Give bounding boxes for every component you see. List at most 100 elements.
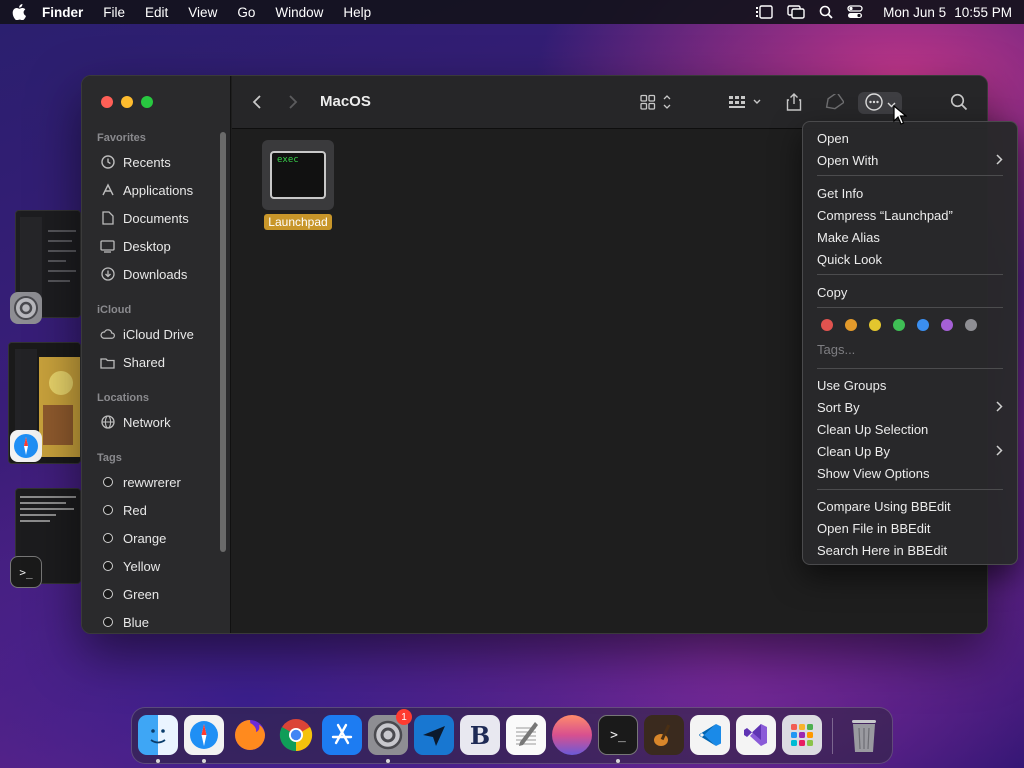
sidebar-item-label: Recents — [123, 154, 171, 170]
dock: 1 B >_ — [131, 707, 893, 764]
apple-logo-icon[interactable] — [12, 4, 28, 20]
menu-separator — [817, 368, 1003, 369]
wallpaper-icon[interactable] — [552, 715, 592, 755]
sidebar-item-label: Applications — [123, 182, 194, 198]
search-icon — [950, 93, 968, 114]
chrome-icon[interactable] — [276, 715, 316, 755]
garageband-icon[interactable] — [644, 715, 684, 755]
menu-item-open[interactable]: Open — [817, 128, 1003, 148]
finder-icon[interactable] — [138, 715, 178, 755]
menu-go[interactable]: Go — [237, 5, 255, 20]
share-button[interactable] — [786, 92, 802, 114]
sidebar-tag-blue[interactable]: Blue — [100, 611, 220, 633]
more-circle-icon — [864, 92, 884, 115]
sidebar-tag-yellow[interactable]: Yellow — [100, 555, 220, 577]
minimize-button[interactable] — [121, 96, 133, 108]
tag-color-gray[interactable] — [965, 319, 977, 331]
sidebar-tag-red[interactable]: Red — [100, 499, 220, 521]
safari-icon[interactable] — [184, 715, 224, 755]
tag-color-yellow[interactable] — [869, 319, 881, 331]
view-mode-button[interactable] — [640, 92, 672, 114]
sidebar-item-network[interactable]: Network — [100, 411, 220, 433]
sidebar-item-documents[interactable]: Documents — [100, 207, 220, 229]
copilot-icon[interactable] — [414, 715, 454, 755]
zoom-button[interactable] — [141, 96, 153, 108]
menu-separator — [817, 175, 1003, 176]
bbedit-icon[interactable]: B — [460, 715, 500, 755]
system-settings-icon[interactable] — [10, 292, 42, 324]
menu-edit[interactable]: Edit — [145, 5, 168, 20]
file-name-label[interactable]: Launchpad — [264, 214, 332, 230]
close-button[interactable] — [101, 96, 113, 108]
menu-item-clean-up-by[interactable]: Clean Up By — [817, 441, 1003, 461]
system-settings-icon[interactable]: 1 — [368, 709, 412, 755]
tag-color-green[interactable] — [893, 319, 905, 331]
sidebar-item-label: Green — [123, 586, 160, 602]
control-center-icon[interactable] — [847, 5, 863, 19]
sidebar-tag-rewwrerer[interactable]: rewwrerer — [100, 471, 220, 493]
menu-item-open-with[interactable]: Open With — [817, 150, 1003, 170]
screen-mirroring-icon[interactable] — [787, 5, 805, 19]
menu-item-sort-by[interactable]: Sort By — [817, 397, 1003, 417]
sidebar-item-icloud-drive[interactable]: iCloud Drive — [100, 323, 220, 345]
sidebar-item-label: iCloud Drive — [123, 326, 194, 342]
sidebar-item-recents[interactable]: Recents — [100, 151, 220, 173]
back-button[interactable] — [252, 92, 262, 114]
menu-window[interactable]: Window — [275, 5, 323, 20]
menu-finder[interactable]: Finder — [42, 5, 83, 20]
sidebar-item-shared[interactable]: Shared — [100, 351, 220, 373]
tag-dot-icon — [102, 589, 113, 599]
menu-item-use-groups[interactable]: Use Groups — [817, 375, 1003, 395]
clock-date: Mon Jun 5 — [883, 4, 947, 20]
menu-help[interactable]: Help — [343, 5, 371, 20]
safari-icon[interactable] — [10, 430, 42, 462]
menu-item-quick-look[interactable]: Quick Look — [817, 249, 1003, 269]
sidebar-scrollbar[interactable] — [220, 132, 226, 552]
sidebar-tag-orange[interactable]: Orange — [100, 527, 220, 549]
menu-item-get-info[interactable]: Get Info — [817, 183, 1003, 203]
share-icon — [786, 92, 802, 114]
tag-button[interactable] — [824, 91, 845, 114]
textedit-icon[interactable] — [506, 715, 546, 755]
terminal-icon[interactable]: >_ — [598, 715, 638, 755]
firefox-icon[interactable] — [230, 715, 270, 755]
terminal-icon[interactable]: >_ — [10, 556, 42, 588]
sidebar-item-applications[interactable]: Applications — [100, 179, 220, 201]
menu-item-clean-up-selection[interactable]: Clean Up Selection — [817, 419, 1003, 439]
menu-bar-clock[interactable]: Mon Jun 5 10:55 PM — [883, 5, 1012, 20]
forward-button[interactable] — [288, 92, 298, 114]
stage-manager-icon[interactable] — [755, 5, 773, 19]
document-icon — [100, 211, 115, 226]
menu-item-compare-bbedit[interactable]: Compare Using BBEdit — [817, 496, 1003, 516]
group-button[interactable] — [728, 92, 764, 114]
sidebar-item-desktop[interactable]: Desktop — [100, 235, 220, 257]
file-item-launchpad[interactable]: exec Launchpad — [262, 140, 334, 230]
search-button[interactable] — [950, 92, 968, 114]
vscode-icon[interactable] — [690, 715, 730, 755]
menu-separator — [817, 489, 1003, 490]
sidebar-item-downloads[interactable]: Downloads — [100, 263, 220, 285]
menu-item-compress[interactable]: Compress “Launchpad” — [817, 205, 1003, 225]
trash-icon[interactable] — [844, 715, 884, 755]
launchpad-icon[interactable] — [782, 715, 822, 755]
desktop-icon — [100, 239, 115, 254]
menu-item-label: Open File in BBEdit — [817, 520, 931, 536]
tag-color-red[interactable] — [821, 319, 833, 331]
tag-color-blue[interactable] — [917, 319, 929, 331]
app-store-icon[interactable] — [322, 715, 362, 755]
menu-view[interactable]: View — [188, 5, 217, 20]
tag-color-orange[interactable] — [845, 319, 857, 331]
menu-item-show-view-options[interactable]: Show View Options — [817, 463, 1003, 483]
menu-item-copy[interactable]: Copy — [817, 282, 1003, 302]
sidebar-tag-green[interactable]: Green — [100, 583, 220, 605]
menu-file[interactable]: File — [103, 5, 125, 20]
tags-menu-item[interactable]: Tags... — [817, 342, 855, 357]
menu-item-label: Compress “Launchpad” — [817, 207, 953, 223]
menu-item-make-alias[interactable]: Make Alias — [817, 227, 1003, 247]
spotlight-search-icon[interactable] — [819, 5, 833, 19]
tag-color-purple[interactable] — [941, 319, 953, 331]
visual-studio-icon[interactable] — [736, 715, 776, 755]
menu-item-open-in-bbedit[interactable]: Open File in BBEdit — [817, 518, 1003, 538]
sidebar-header-favorites: Favorites — [97, 132, 146, 144]
menu-item-search-in-bbedit[interactable]: Search Here in BBEdit — [817, 540, 1003, 560]
